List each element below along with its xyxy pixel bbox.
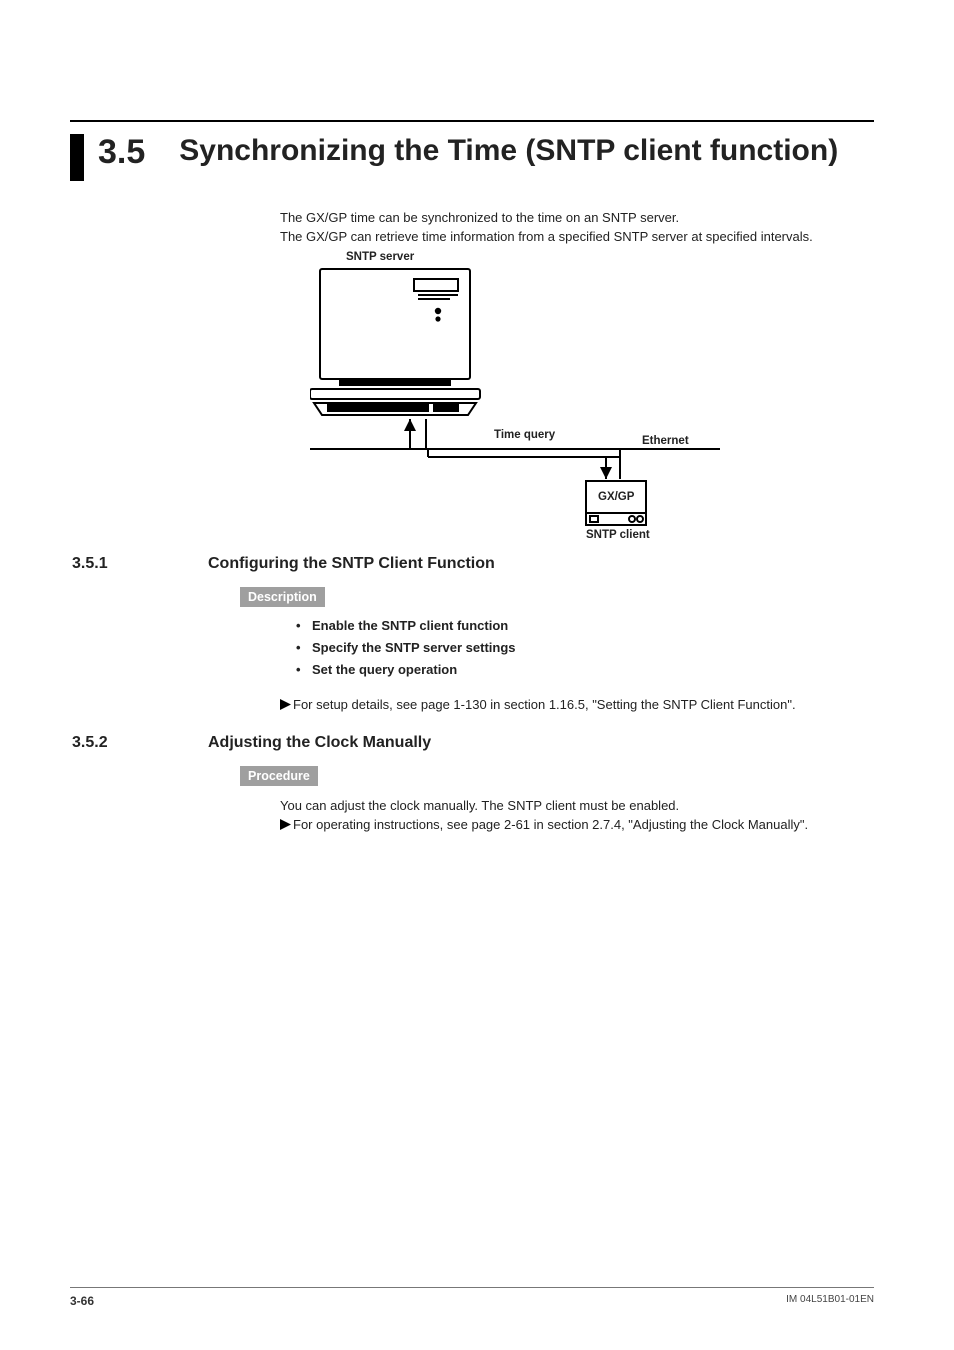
page-title: Synchronizing the Time (SNTP client func… — [179, 134, 838, 167]
document-id: IM 04L51B01-01EN — [786, 1294, 874, 1308]
label-gxgp: GX/GP — [598, 491, 634, 503]
tag-procedure: Procedure — [240, 766, 318, 786]
triangle-icon — [280, 819, 291, 830]
label-sntp-server: SNTP server — [346, 251, 414, 263]
subsection-title-2: Adjusting the Clock Manually — [208, 734, 431, 752]
subsection-number-2: 3.5.2 — [70, 734, 208, 752]
page-number: 3-66 — [70, 1294, 94, 1308]
section-number: 3.5 — [98, 134, 145, 171]
subsection-number-1: 3.5.1 — [70, 555, 208, 573]
label-time-query: Time query — [494, 429, 555, 441]
tag-description: Description — [240, 587, 325, 607]
intro-line-1: The GX/GP time can be synchronized to th… — [280, 209, 874, 228]
label-ethernet: Ethernet — [642, 435, 689, 447]
procedure-line: You can adjust the clock manually. The S… — [280, 798, 874, 813]
sntp-diagram: SNTP server Time query Ethernet GX/GP SN… — [310, 251, 740, 541]
bullet-item: Set the query operation — [296, 659, 874, 681]
ref-operating: For operating instructions, see page 2-6… — [293, 817, 808, 832]
intro-line-2: The GX/GP can retrieve time information … — [280, 228, 874, 247]
triangle-icon — [280, 699, 291, 710]
ref-setup: For setup details, see page 1-130 in sec… — [293, 697, 796, 712]
bullet-item: Specify the SNTP server settings — [296, 637, 874, 659]
subsection-title-1: Configuring the SNTP Client Function — [208, 555, 495, 573]
bullet-item: Enable the SNTP client function — [296, 615, 874, 637]
label-sntp-client: SNTP client — [586, 529, 650, 541]
